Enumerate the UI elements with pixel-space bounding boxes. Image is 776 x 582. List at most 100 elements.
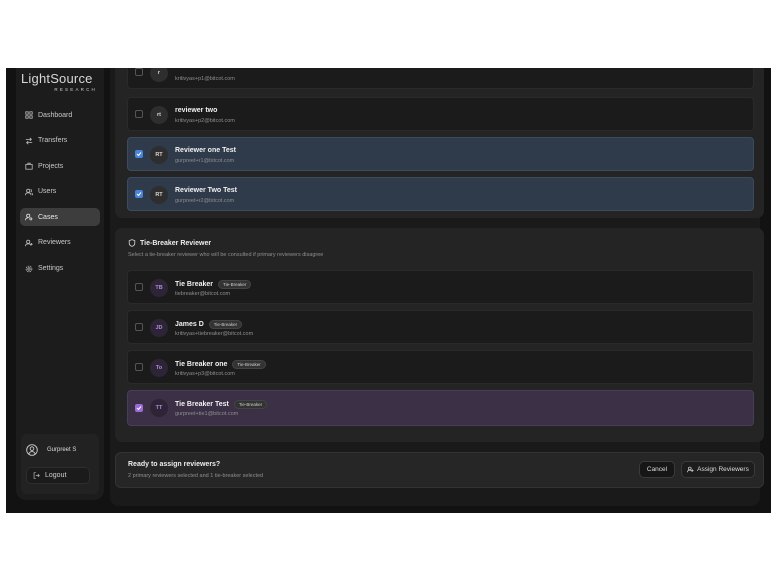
grid-icon — [25, 111, 33, 119]
user-plus-icon — [25, 239, 33, 247]
reviewer-avatar: RT — [150, 186, 168, 204]
tie-breaker-avatar: TB — [150, 279, 168, 297]
tie-breaker-checkbox-checked[interactable] — [135, 404, 143, 412]
tie-breaker-email: kritivyas+p3@bitcot.com — [175, 371, 235, 377]
sidebar-item-dashboard[interactable]: Dashboard — [20, 106, 100, 124]
tie-breaker-avatar: To — [150, 359, 168, 377]
arrows-icon — [25, 137, 33, 145]
user-name: Gurpreet S — [47, 447, 77, 453]
tie-breaker-description: Select a tie-breaker reviewer who will b… — [128, 252, 324, 258]
logout-label: Logout — [45, 472, 67, 479]
sidebar-item-settings[interactable]: Settings — [20, 260, 100, 278]
tie-breaker-badge: Tie-Breaker — [218, 280, 252, 289]
reviewer-email: kritivyas+p1@bitcot.com — [175, 76, 235, 82]
brand-name: LightSource — [21, 71, 93, 86]
tie-breaker-name: Tie Breaker Test — [175, 401, 229, 408]
tie-breaker-email: tiebreaker@bitcot.com — [175, 291, 231, 297]
sidebar-item-cases[interactable]: Cases — [20, 208, 100, 227]
main-content: r kritivyas+p1@bitcot.com rt reviewer tw… — [104, 68, 771, 513]
tie-breaker-row[interactable]: TB Tie Breaker Tie-Breaker tiebreaker@bi… — [127, 270, 754, 304]
reviewer-row[interactable]: rt reviewer two kritivyas+p2@bitcot.com — [127, 97, 754, 131]
tie-breaker-name-line: Tie Breaker one Tie-Breaker — [175, 360, 266, 369]
tie-breaker-name-line: Tie Breaker Test Tie-Breaker — [175, 400, 268, 409]
reviewer-email: gurpreet+r1@bitcot.com — [175, 158, 235, 164]
check-icon — [136, 406, 142, 411]
tie-breaker-badge: Tie-Breaker — [232, 360, 266, 369]
assign-reviewers-panel: r kritivyas+p1@bitcot.com rt reviewer tw… — [110, 68, 764, 506]
assign-label: Assign Reviewers — [697, 466, 749, 473]
sidebar-nav: Dashboard Transfers Projects Users Cases… — [16, 106, 104, 285]
reviewer-name: reviewer two — [175, 107, 218, 114]
check-icon — [136, 152, 142, 157]
user-plus-icon — [687, 466, 694, 473]
reviewer-avatar: RT — [150, 146, 168, 164]
sidebar-item-label: Reviewers — [38, 239, 71, 247]
tie-breaker-checkbox[interactable] — [135, 283, 143, 291]
user-panel: Gurpreet S Logout — [21, 434, 99, 494]
cancel-button[interactable]: Cancel — [639, 461, 675, 478]
primary-reviewers-card: r kritivyas+p1@bitcot.com rt reviewer tw… — [115, 68, 764, 218]
reviewer-email: gurpreet+r2@bitcot.com — [175, 198, 235, 204]
sidebar-item-label: Projects — [38, 162, 64, 170]
reviewer-checkbox-checked[interactable] — [135, 150, 143, 158]
tie-breaker-name: Tie Breaker — [175, 281, 214, 288]
reviewer-name: Reviewer one Test — [175, 147, 236, 154]
user-profile[interactable]: Gurpreet S — [26, 444, 76, 456]
user-search-icon — [25, 213, 33, 221]
reviewer-checkbox[interactable] — [135, 110, 143, 118]
tie-breaker-badge: Tie-Breaker — [208, 320, 243, 329]
assign-reviewers-button[interactable]: Assign Reviewers — [681, 461, 755, 478]
check-icon — [136, 192, 142, 197]
sidebar-item-projects[interactable]: Projects — [20, 157, 100, 175]
section-title: Tie-Breaker Reviewer — [128, 239, 211, 247]
sidebar-item-label: Transfers — [38, 137, 68, 145]
shield-icon — [128, 239, 136, 247]
reviewer-avatar: rt — [150, 106, 168, 124]
brand-tagline: RESEARCH — [54, 87, 97, 92]
reviewer-checkbox-checked[interactable] — [135, 190, 143, 198]
tie-breaker-name: Tie Breaker one — [175, 361, 228, 368]
tie-breaker-checkbox[interactable] — [135, 363, 143, 371]
tie-breaker-badge: Tie-Breaker — [233, 400, 268, 409]
logout-button[interactable]: Logout — [26, 467, 90, 484]
reviewer-row-selected[interactable]: RT Reviewer Two Test gurpreet+r2@bitcot.… — [127, 177, 754, 211]
sidebar: LightSource RESEARCH Dashboard Transfers — [16, 68, 104, 500]
footer-title: Ready to assign reviewers? — [128, 461, 221, 468]
reviewer-name: Reviewer Two Test — [175, 187, 237, 194]
briefcase-icon — [25, 162, 33, 170]
tie-breaker-email: kritivyas+tiebreaker@bitcot.com — [175, 331, 254, 337]
logout-icon — [33, 472, 40, 479]
tie-breaker-name-line: James D Tie-Breaker — [175, 320, 243, 329]
brand-logo[interactable]: LightSource RESEARCH — [21, 71, 101, 93]
users-icon — [25, 188, 33, 196]
tie-breaker-avatar: JD — [150, 319, 168, 337]
sidebar-item-label: Settings — [38, 265, 64, 273]
tie-breaker-email: gurpreet+tie1@bitcot.com — [175, 411, 239, 417]
tie-breaker-row[interactable]: JD James D Tie-Breaker kritivyas+tiebrea… — [127, 310, 754, 344]
selection-summary: 2 primary reviewers selected and 1 tie-b… — [128, 473, 264, 479]
reviewer-checkbox[interactable] — [135, 68, 143, 76]
tie-breaker-checkbox[interactable] — [135, 323, 143, 331]
tie-breaker-row-selected[interactable]: TT Tie Breaker Test Tie-Breaker gurpreet… — [127, 390, 754, 426]
sidebar-item-users[interactable]: Users — [20, 183, 100, 201]
sidebar-item-transfers[interactable]: Transfers — [20, 132, 100, 150]
tie-breaker-card: Tie-Breaker Reviewer Select a tie-breake… — [115, 228, 764, 442]
user-avatar-icon — [26, 444, 38, 456]
reviewer-row-selected[interactable]: RT Reviewer one Test gurpreet+r1@bitcot.… — [127, 137, 754, 171]
tie-breaker-name-line: Tie Breaker Tie-Breaker — [175, 280, 252, 289]
cancel-label: Cancel — [646, 466, 668, 473]
tie-breaker-name: James D — [175, 321, 204, 328]
reviewer-email: kritivyas+p2@bitcot.com — [175, 118, 235, 124]
sidebar-item-label: Users — [38, 188, 57, 196]
tie-breaker-row[interactable]: To Tie Breaker one Tie-Breaker kritivyas… — [127, 350, 754, 384]
sidebar-item-label: Dashboard — [38, 111, 73, 119]
app-window: LightSource RESEARCH Dashboard Transfers — [6, 68, 771, 513]
gear-icon — [25, 265, 33, 273]
reviewer-avatar: r — [150, 68, 168, 82]
sidebar-item-label: Cases — [38, 213, 58, 221]
assign-footer: Ready to assign reviewers? 2 primary rev… — [115, 452, 764, 488]
tie-breaker-title: Tie-Breaker Reviewer — [140, 239, 212, 247]
reviewer-row[interactable]: r kritivyas+p1@bitcot.com — [127, 68, 754, 89]
sidebar-item-reviewers[interactable]: Reviewers — [20, 234, 100, 252]
tie-breaker-avatar: TT — [150, 399, 168, 417]
